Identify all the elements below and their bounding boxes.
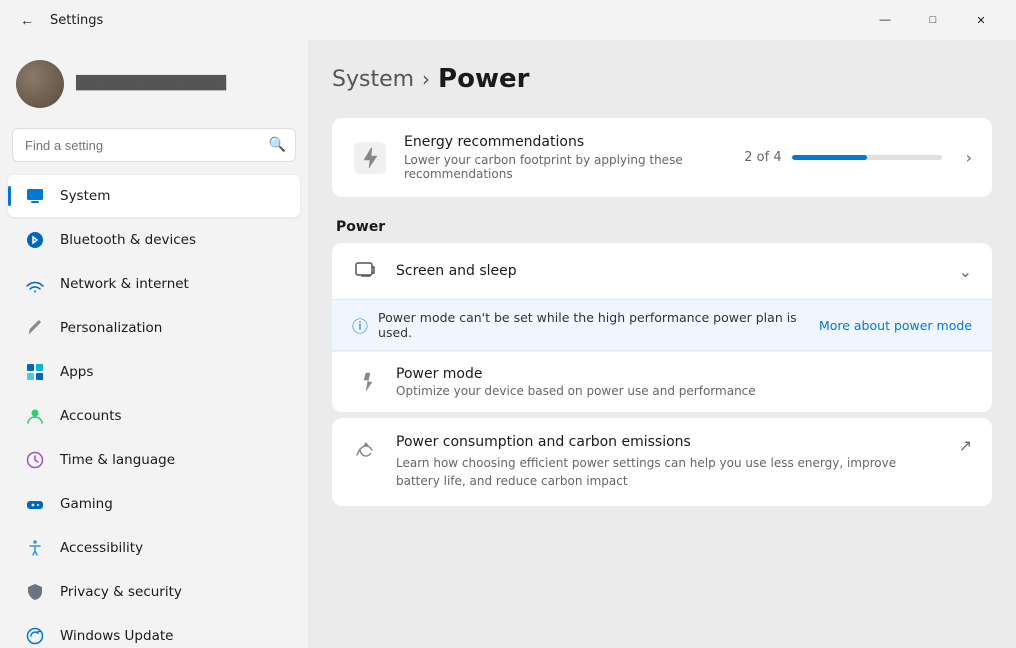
maximize-button[interactable]: □	[910, 4, 956, 36]
network-icon	[24, 273, 46, 295]
search-input[interactable]	[12, 128, 296, 162]
energy-description: Lower your carbon footprint by applying …	[404, 153, 728, 181]
title-bar-left: ← Settings	[16, 8, 103, 32]
sidebar-item-time-label: Time & language	[60, 452, 175, 468]
privacy-icon	[24, 581, 46, 603]
sidebar-item-personalization[interactable]: Personalization	[8, 307, 300, 349]
external-link-icon: ↗	[959, 436, 972, 455]
sidebar-item-system[interactable]: System	[8, 175, 300, 217]
info-banner: ⓘ Power mode can't be set while the high…	[332, 299, 992, 351]
accounts-icon	[24, 405, 46, 427]
power-mode-row[interactable]: Power mode Optimize your device based on…	[332, 351, 992, 412]
energy-title: Energy recommendations	[404, 134, 728, 150]
sidebar-item-accessibility[interactable]: Accessibility	[8, 527, 300, 569]
power-section-title: Power	[332, 203, 992, 243]
progress-bar-fill	[792, 155, 867, 160]
sidebar-item-accounts[interactable]: Accounts	[8, 395, 300, 437]
power-mode-text: Power mode Optimize your device based on…	[396, 366, 972, 398]
sidebar-item-update-label: Windows Update	[60, 628, 173, 644]
power-mode-icon	[352, 368, 380, 396]
sidebar-item-bluetooth[interactable]: Bluetooth & devices	[8, 219, 300, 261]
energy-text: Energy recommendations Lower your carbon…	[404, 134, 728, 181]
app-title: Settings	[50, 13, 103, 28]
sidebar-item-network[interactable]: Network & internet	[8, 263, 300, 305]
chevron-right-icon: ›	[966, 148, 972, 167]
main-layout: ███████████████ 🔍 System	[0, 40, 1016, 648]
breadcrumb: System › Power	[332, 64, 992, 94]
sidebar-item-privacy-label: Privacy & security	[60, 584, 182, 600]
window-controls: — □ ✕	[862, 4, 1004, 36]
user-profile[interactable]: ███████████████	[0, 48, 308, 128]
sidebar-item-bluetooth-label: Bluetooth & devices	[60, 232, 196, 248]
content-area: System › Power Energy recommendations Lo…	[308, 40, 1016, 648]
sidebar-item-system-label: System	[60, 188, 110, 204]
sidebar-item-time[interactable]: Time & language	[8, 439, 300, 481]
carbon-card[interactable]: Power consumption and carbon emissions L…	[332, 418, 992, 506]
carbon-description: Learn how choosing efficient power setti…	[396, 454, 943, 490]
screen-sleep-row[interactable]: Screen and sleep ⌄	[332, 243, 992, 299]
apps-icon	[24, 361, 46, 383]
info-banner-link[interactable]: More about power mode	[819, 318, 972, 333]
minimize-button[interactable]: —	[862, 4, 908, 36]
close-button[interactable]: ✕	[958, 4, 1004, 36]
carbon-title: Power consumption and carbon emissions	[396, 434, 943, 450]
sidebar-item-accessibility-label: Accessibility	[60, 540, 143, 556]
back-button[interactable]: ←	[16, 8, 38, 32]
sidebar-item-personalization-label: Personalization	[60, 320, 162, 336]
gaming-icon	[24, 493, 46, 515]
update-icon	[24, 625, 46, 647]
system-icon	[24, 185, 46, 207]
progress-label: 2 of 4	[744, 150, 781, 165]
energy-recommendations-card[interactable]: Energy recommendations Lower your carbon…	[332, 118, 992, 197]
breadcrumb-separator: ›	[422, 67, 430, 91]
power-section-card: Screen and sleep ⌄ ⓘ Power mode can't be…	[332, 243, 992, 412]
sidebar-item-apps-label: Apps	[60, 364, 93, 380]
info-banner-text: Power mode can't be set while the high p…	[378, 310, 809, 340]
sidebar-item-gaming[interactable]: Gaming	[8, 483, 300, 525]
chevron-down-icon: ⌄	[959, 262, 972, 281]
user-name: ███████████████	[76, 76, 226, 93]
energy-icon	[352, 140, 388, 176]
power-mode-description: Optimize your device based on power use …	[396, 384, 972, 398]
bluetooth-icon	[24, 229, 46, 251]
personalization-icon	[24, 317, 46, 339]
screen-sleep-label: Screen and sleep	[396, 263, 943, 279]
sidebar-item-update[interactable]: Windows Update	[8, 615, 300, 648]
sidebar-item-network-label: Network & internet	[60, 276, 189, 292]
sidebar-item-privacy[interactable]: Privacy & security	[8, 571, 300, 613]
avatar	[16, 60, 64, 108]
carbon-text: Power consumption and carbon emissions L…	[396, 434, 943, 490]
screen-sleep-icon	[352, 257, 380, 285]
sidebar-item-accounts-label: Accounts	[60, 408, 122, 424]
sidebar-item-gaming-label: Gaming	[60, 496, 113, 512]
info-icon: ⓘ	[352, 313, 368, 337]
search-box: 🔍	[12, 128, 296, 162]
carbon-icon	[352, 436, 380, 464]
power-mode-title: Power mode	[396, 366, 972, 382]
breadcrumb-current: Power	[438, 64, 529, 94]
title-bar: ← Settings — □ ✕	[0, 0, 1016, 40]
energy-progress: 2 of 4	[744, 150, 941, 165]
sidebar: ███████████████ 🔍 System	[0, 40, 308, 648]
breadcrumb-parent[interactable]: System	[332, 67, 414, 92]
accessibility-icon	[24, 537, 46, 559]
time-icon	[24, 449, 46, 471]
sidebar-item-apps[interactable]: Apps	[8, 351, 300, 393]
progress-bar	[792, 155, 942, 160]
